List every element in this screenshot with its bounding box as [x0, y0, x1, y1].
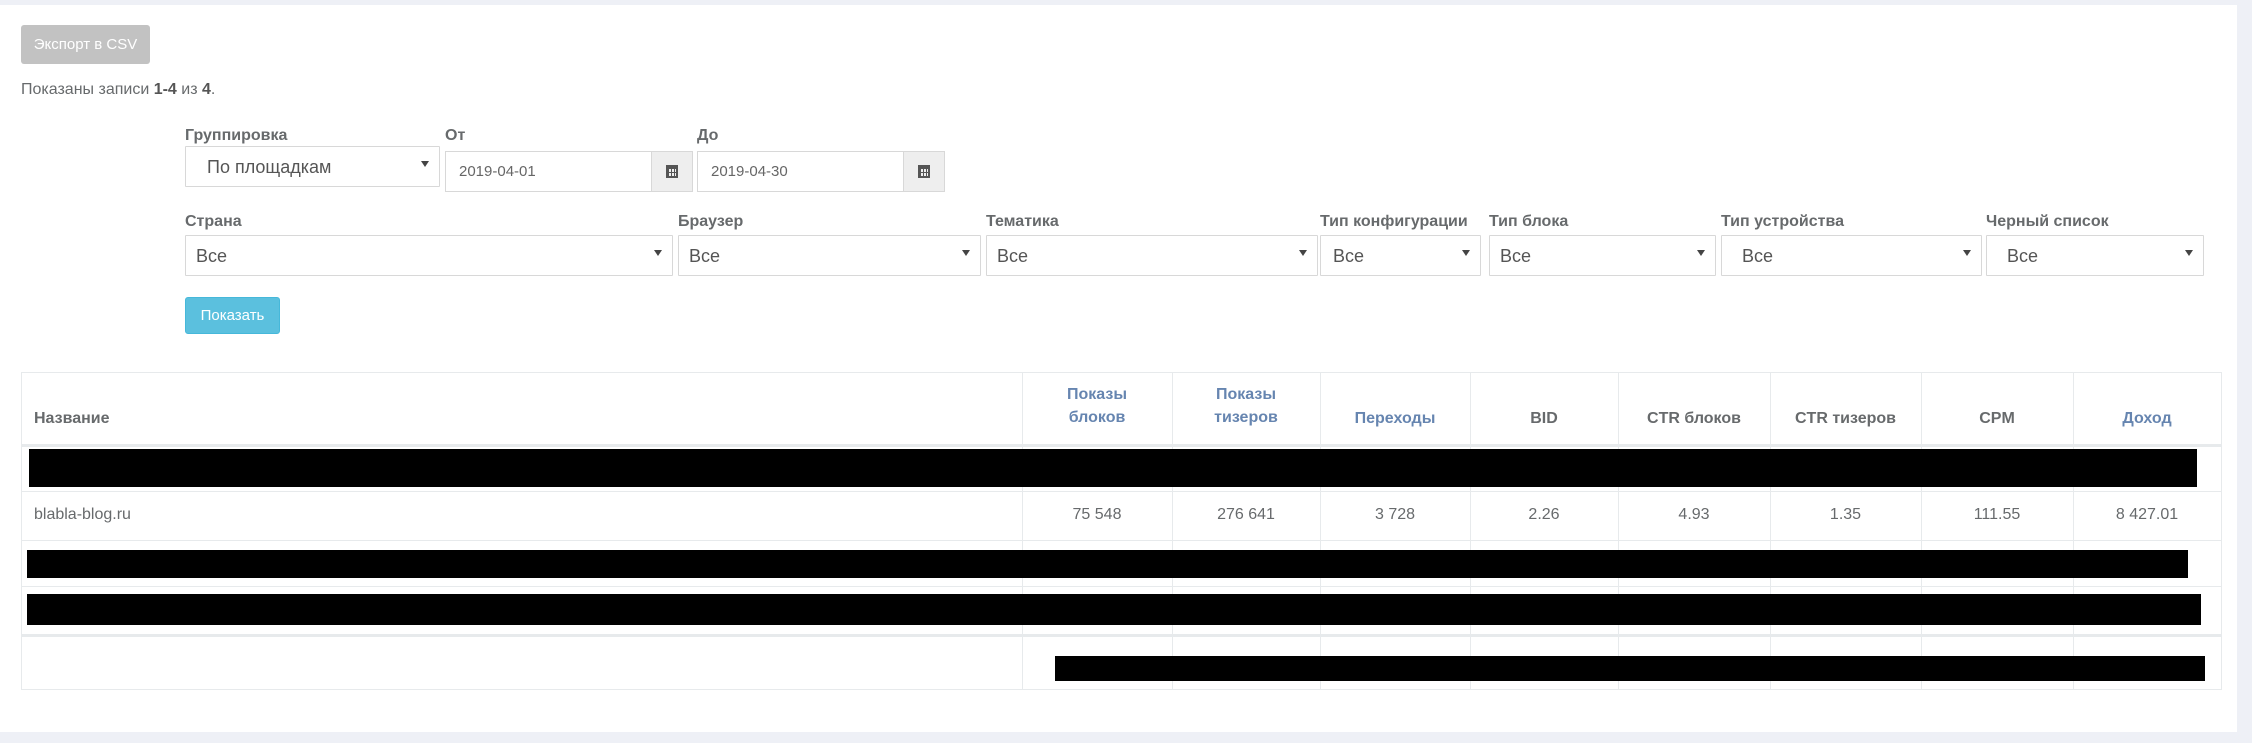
blacklist-label: Черный список — [1986, 213, 2109, 230]
redacted-totals — [1055, 656, 2205, 681]
block-type-select[interactable]: Все — [1489, 235, 1716, 276]
table-border-top — [21, 372, 2222, 373]
table-border-right — [2221, 372, 2222, 690]
redacted-row — [27, 550, 2188, 578]
blacklist-select[interactable]: Все — [1986, 235, 2204, 276]
header-cpm: CPM — [1979, 410, 2015, 427]
show-button[interactable]: Показать — [185, 297, 280, 334]
table-border-bottom — [21, 689, 2222, 690]
cell-teaser-impressions: 276 641 — [1217, 506, 1275, 523]
export-csv-button[interactable]: Экспорт в CSV — [21, 25, 150, 64]
chevron-down-icon — [654, 250, 662, 256]
chevron-down-icon — [1697, 250, 1705, 256]
cell-income: 8 427.01 — [2115, 506, 2179, 523]
chevron-down-icon — [1299, 250, 1307, 256]
table-border-left — [21, 372, 22, 690]
header-ctr-teasers: CTR тизеров — [1794, 410, 1897, 427]
browser-label: Браузер — [678, 213, 744, 230]
device-type-select[interactable]: Все — [1721, 235, 1982, 276]
redacted-row — [29, 449, 2197, 487]
grouping-select[interactable]: По площадкам — [185, 146, 440, 187]
config-type-select[interactable]: Все — [1320, 235, 1481, 276]
cell-ctr-blocks: 4.93 — [1678, 506, 1710, 523]
chevron-down-icon — [421, 161, 429, 167]
report-panel: Экспорт в CSV Показаны записи 1-4 из 4. … — [0, 5, 2237, 732]
chevron-down-icon — [2185, 250, 2193, 256]
cell-ctr-teasers: 1.35 — [1829, 506, 1862, 523]
date-to-input[interactable]: 2019-04-30 — [697, 151, 945, 192]
records-summary: Показаны записи 1-4 из 4. — [21, 81, 216, 98]
cell-name: blabla-blog.ru — [34, 506, 131, 523]
chevron-down-icon — [1963, 250, 1971, 256]
cell-clicks: 3 728 — [1374, 506, 1416, 523]
topic-label: Тематика — [986, 213, 1059, 230]
cell-block-impressions: 75 548 — [1072, 506, 1122, 523]
header-bid: BID — [1530, 410, 1558, 427]
date-to-calendar-button[interactable] — [903, 151, 945, 192]
block-type-label: Тип блока — [1489, 213, 1569, 230]
device-type-label: Тип устройства — [1721, 213, 1844, 230]
row-divider — [21, 491, 2222, 492]
calendar-icon — [918, 165, 930, 178]
header-income[interactable]: Доход — [2073, 407, 2221, 430]
date-from-calendar-button[interactable] — [651, 151, 693, 192]
table-footer-divider — [21, 634, 2222, 637]
chevron-down-icon — [1462, 250, 1470, 256]
header-name[interactable]: Название — [34, 407, 110, 430]
browser-select[interactable]: Все — [678, 235, 981, 276]
header-ctr-blocks: CTR блоков — [1647, 410, 1741, 427]
config-type-label: Тип конфигурации — [1320, 213, 1468, 230]
row-divider — [21, 586, 2222, 587]
country-label: Страна — [185, 213, 242, 230]
date-to-label: До — [697, 127, 719, 144]
redacted-row — [27, 594, 2201, 625]
cell-cpm: 111.55 — [1973, 506, 2021, 523]
header-block-impressions[interactable]: Показы блоков — [1022, 383, 1172, 429]
chevron-down-icon — [962, 250, 970, 256]
header-clicks[interactable]: Переходы — [1320, 407, 1470, 430]
table-header-divider — [21, 444, 2222, 447]
topic-select[interactable]: Все — [986, 235, 1318, 276]
row-divider — [21, 540, 2222, 541]
date-from-label: От — [445, 127, 466, 144]
grouping-label: Группировка — [185, 127, 288, 144]
country-select[interactable]: Все — [185, 235, 673, 276]
cell-bid: 2.26 — [1528, 506, 1560, 523]
calendar-icon — [666, 165, 678, 178]
header-teaser-impressions[interactable]: Показы тизеров — [1172, 383, 1320, 429]
date-from-input[interactable]: 2019-04-01 — [445, 151, 693, 192]
stats-table: Название Показы блоков Показы тизеров Пе… — [21, 372, 2222, 690]
